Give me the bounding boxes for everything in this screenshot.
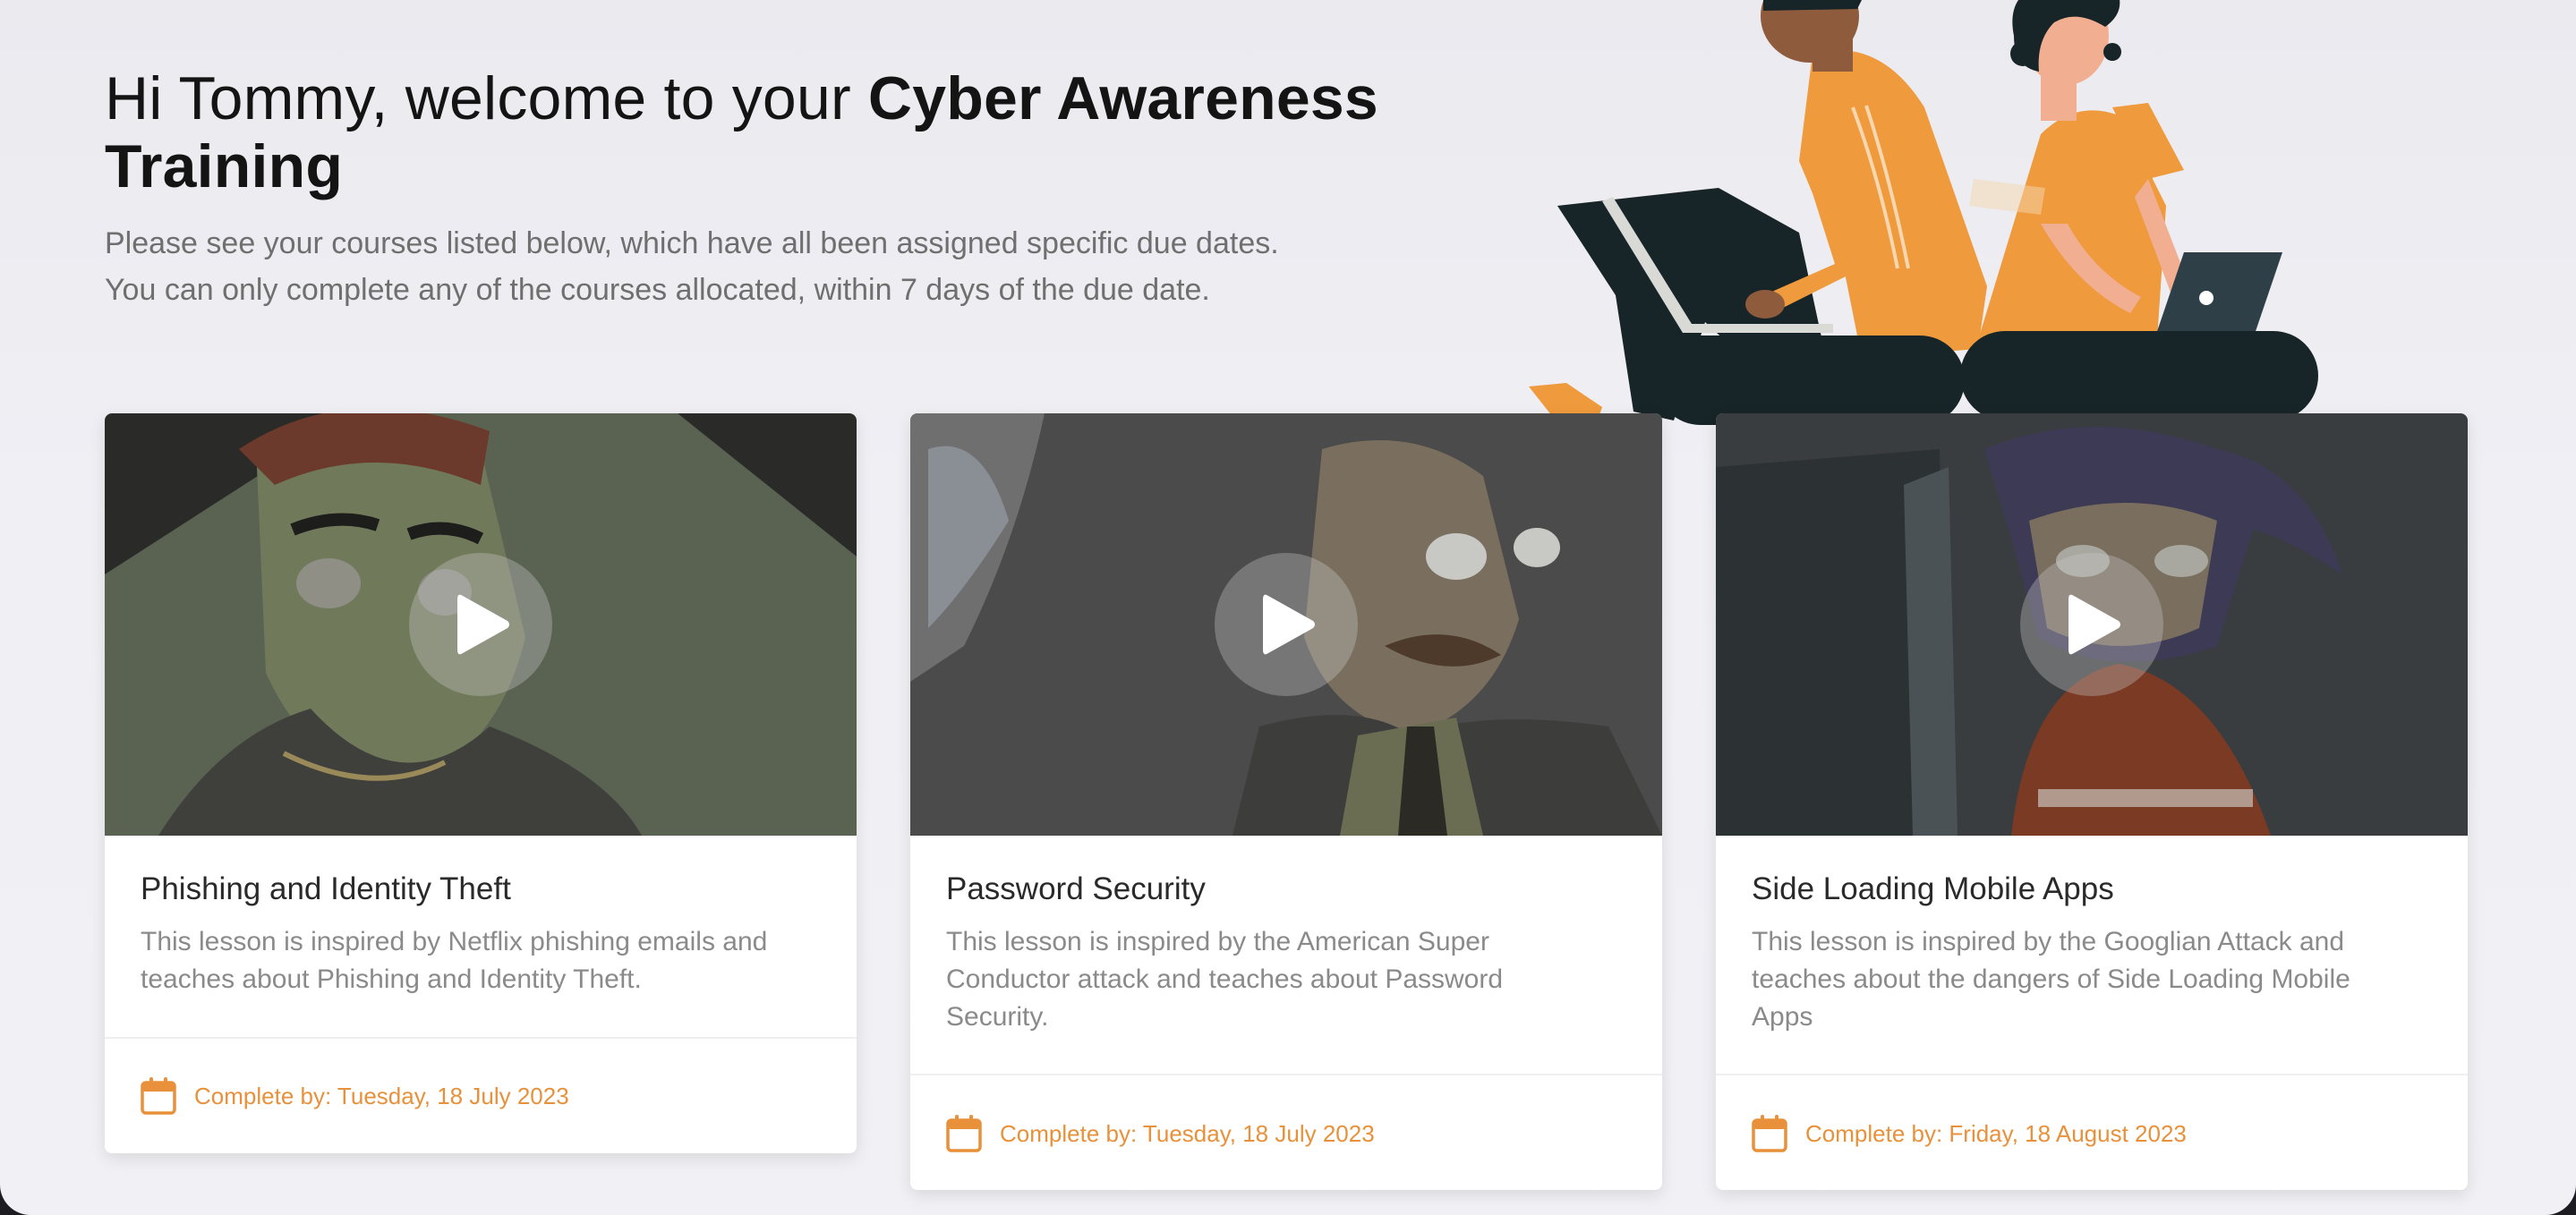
- course-card-password[interactable]: Password Security This lesson is inspire…: [910, 413, 1662, 1190]
- course-description: This lesson is inspired by the American …: [946, 927, 1504, 1032]
- due-date-label: Complete by: Tuesday, 18 July 2023: [194, 1082, 569, 1109]
- course-thumbnail[interactable]: [105, 413, 857, 836]
- course-title[interactable]: Side Loading Mobile Apps: [1752, 870, 2114, 909]
- play-icon: [1263, 594, 1315, 655]
- card-divider: [105, 1037, 857, 1039]
- play-button[interactable]: [1215, 553, 1358, 696]
- calendar-icon: [946, 1115, 982, 1152]
- course-thumbnail[interactable]: [910, 413, 1662, 836]
- course-title[interactable]: Phishing and Identity Theft: [141, 870, 511, 909]
- course-description: This lesson is inspired by Netflix phish…: [141, 927, 768, 994]
- title-lead: Hi Tommy, welcome to your: [105, 64, 868, 132]
- course-description: This lesson is inspired by the Googlian …: [1752, 927, 2350, 1032]
- due-date-label: Complete by: Friday, 18 August 2023: [1805, 1119, 2187, 1147]
- students-illustration: [1529, 0, 2318, 428]
- subtitle-line-2: You can only complete any of the courses…: [105, 273, 1210, 307]
- page-title: Hi Tommy, welcome to your Cyber Awarenes…: [105, 64, 1555, 200]
- due-date: Complete by: Tuesday, 18 July 2023: [141, 1075, 569, 1117]
- card-divider: [1716, 1074, 2468, 1075]
- calendar-icon: [141, 1077, 176, 1115]
- dashboard-page: Hi Tommy, welcome to your Cyber Awarenes…: [0, 0, 2576, 1215]
- due-date-label: Complete by: Tuesday, 18 July 2023: [1000, 1119, 1375, 1147]
- course-card-side-loading[interactable]: Side Loading Mobile Apps This lesson is …: [1716, 413, 2468, 1190]
- course-card-phishing[interactable]: Phishing and Identity Theft This lesson …: [105, 413, 857, 1153]
- due-date: Complete by: Tuesday, 18 July 2023: [946, 1113, 1375, 1154]
- subtitle-line-1: Please see your courses listed below, wh…: [105, 226, 1279, 260]
- due-date: Complete by: Friday, 18 August 2023: [1752, 1113, 2187, 1154]
- play-icon: [457, 594, 509, 655]
- card-divider: [910, 1074, 1662, 1075]
- play-icon: [2068, 594, 2120, 655]
- course-thumbnail[interactable]: [1716, 413, 2468, 836]
- play-button[interactable]: [2020, 553, 2163, 696]
- play-button[interactable]: [409, 553, 552, 696]
- course-title[interactable]: Password Security: [946, 870, 1206, 909]
- calendar-icon: [1752, 1115, 1787, 1152]
- page-subtitle: Please see your courses listed below, wh…: [105, 220, 1537, 313]
